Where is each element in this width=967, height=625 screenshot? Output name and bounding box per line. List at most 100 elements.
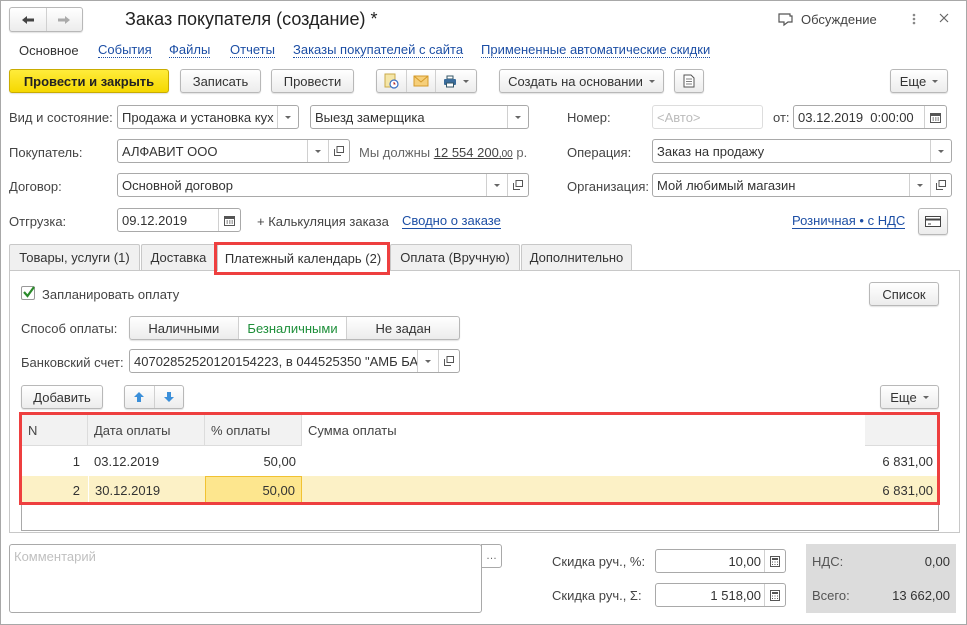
table-row[interactable]: 1 03.12.2019 50,00 6 831,00 bbox=[22, 447, 938, 476]
total-label: Всего: bbox=[812, 588, 850, 603]
method-cashless[interactable]: Безналичными bbox=[238, 317, 348, 339]
cell-date: 03.12.2019 bbox=[94, 454, 160, 469]
move-row-group bbox=[124, 385, 184, 409]
comment-placeholder: Комментарий bbox=[14, 549, 96, 564]
comment-textarea[interactable]: Комментарий bbox=[9, 544, 482, 613]
col-date[interactable]: Дата оплаты bbox=[88, 415, 205, 446]
tab-goods[interactable]: Товары, услуги (1) bbox=[9, 244, 140, 270]
nav-link-site-orders[interactable]: Заказы покупателей с сайта bbox=[293, 43, 464, 58]
document-window: Заказ покупателя (создание) * Обсуждение… bbox=[0, 0, 967, 625]
state-dropdown-button[interactable] bbox=[507, 106, 528, 128]
forward-button[interactable] bbox=[47, 8, 83, 31]
list-button[interactable]: Список bbox=[869, 282, 939, 306]
operation-select[interactable]: Заказ на продажу bbox=[652, 139, 952, 163]
payment-terminal-button[interactable] bbox=[918, 208, 948, 235]
buyer-select[interactable]: АЛФАВИТ ООО bbox=[117, 139, 350, 163]
document-list-icon bbox=[683, 74, 695, 88]
back-button[interactable] bbox=[10, 8, 47, 31]
date-input[interactable]: 03.12.2019 0:00:00 bbox=[793, 105, 947, 129]
post-and-close-button[interactable]: Провести и закрыть bbox=[9, 69, 169, 93]
bank-account-dropdown-button[interactable] bbox=[417, 350, 438, 372]
shipment-date-input[interactable]: 09.12.2019 bbox=[117, 208, 241, 232]
debt-amount-link[interactable]: 12 554 200,00 bbox=[434, 145, 513, 160]
cell-n: 1 bbox=[72, 454, 80, 469]
discount-sum-calc-button[interactable] bbox=[764, 584, 785, 606]
kind-value: Продажа и установка кух bbox=[122, 109, 274, 125]
nav-link-events[interactable]: События bbox=[98, 43, 152, 58]
document-clock-icon bbox=[384, 73, 399, 89]
shipment-calendar-button[interactable] bbox=[218, 209, 240, 231]
cell-amount: 6 831,00 bbox=[882, 454, 933, 469]
send-email-button[interactable] bbox=[407, 70, 437, 92]
method-not-set[interactable]: Не задан bbox=[347, 317, 459, 339]
tab-payment-manual[interactable]: Оплата (Вручную) bbox=[390, 244, 520, 270]
print-button[interactable] bbox=[436, 70, 476, 92]
close-icon[interactable] bbox=[938, 12, 950, 24]
discount-pct-calc-button[interactable] bbox=[764, 550, 785, 572]
method-cash[interactable]: Наличными bbox=[130, 317, 239, 339]
discount-pct-value: 10,00 bbox=[728, 553, 761, 569]
attach-file-button[interactable] bbox=[377, 70, 407, 92]
contract-value: Основной договор bbox=[122, 177, 233, 193]
tab-payment-calendar[interactable]: Платежный календарь (2) bbox=[217, 244, 389, 271]
buyer-open-button[interactable] bbox=[328, 140, 349, 162]
discussion-button[interactable]: Обсуждение bbox=[777, 12, 877, 27]
date-calendar-button[interactable] bbox=[924, 106, 946, 128]
kind-select[interactable]: Продажа и установка кух bbox=[117, 105, 299, 129]
debt-cents: ,00 bbox=[498, 149, 513, 160]
table-header: N Дата оплаты % оплаты Сумма оплаты bbox=[22, 415, 938, 446]
payment-method-label: Способ оплаты: bbox=[21, 321, 118, 336]
order-summary-link[interactable]: Сводно о заказе bbox=[402, 214, 501, 229]
table-more-button[interactable]: Еще bbox=[880, 385, 939, 409]
comment-expand-button[interactable]: … bbox=[481, 544, 502, 568]
vat-value: 0,00 bbox=[924, 553, 950, 569]
operation-dropdown-button[interactable] bbox=[930, 140, 951, 162]
move-down-button[interactable] bbox=[155, 386, 184, 408]
plan-payment-checkbox[interactable] bbox=[21, 286, 35, 300]
more-button[interactable]: Еще bbox=[890, 69, 948, 93]
printer-icon bbox=[444, 75, 457, 87]
col-percent[interactable]: % оплаты bbox=[205, 415, 302, 446]
kind-dropdown-button[interactable] bbox=[277, 106, 298, 128]
cell-date: 30.12.2019 bbox=[88, 476, 205, 505]
more-actions-icon[interactable] bbox=[911, 12, 917, 26]
org-dropdown-button[interactable] bbox=[909, 174, 930, 196]
save-button[interactable]: Записать bbox=[180, 69, 261, 93]
contract-dropdown-button[interactable] bbox=[486, 174, 507, 196]
number-label: Номер: bbox=[567, 110, 611, 125]
create-based-on-button[interactable]: Создать на основании bbox=[499, 69, 664, 93]
nav-link-main[interactable]: Основное bbox=[19, 43, 79, 58]
discount-pct-input[interactable]: 10,00 bbox=[655, 549, 786, 573]
tab-additional[interactable]: Дополнительно bbox=[521, 244, 632, 270]
org-open-button[interactable] bbox=[930, 174, 951, 196]
col-amount[interactable]: Сумма оплаты bbox=[302, 415, 865, 446]
card-icon bbox=[925, 216, 941, 227]
state-select[interactable]: Выезд замерщика bbox=[310, 105, 529, 129]
document-structure-button[interactable] bbox=[674, 69, 704, 93]
cell-percent-active[interactable]: 50,00 bbox=[205, 476, 302, 505]
contract-select[interactable]: Основной договор bbox=[117, 173, 529, 197]
bank-account-select[interactable]: 40702852520120154223, в 044525350 "АМБ Б… bbox=[129, 349, 460, 373]
move-up-button[interactable] bbox=[125, 386, 155, 408]
table-more-label: Еще bbox=[890, 389, 917, 405]
add-row-button[interactable]: Добавить bbox=[21, 385, 103, 409]
totals-panel: НДС: 0,00 Всего: 13 662,00 bbox=[806, 544, 956, 613]
org-select[interactable]: Мой любимый магазин bbox=[652, 173, 952, 197]
bank-account-open-button[interactable] bbox=[438, 350, 459, 372]
price-type-link[interactable]: Розничная • с НДС bbox=[792, 214, 906, 229]
contract-open-button[interactable] bbox=[507, 174, 528, 196]
discount-sum-input[interactable]: 1 518,00 bbox=[655, 583, 786, 607]
calendar-icon bbox=[930, 112, 941, 123]
nav-link-files[interactable]: Файлы bbox=[169, 43, 211, 58]
calculation-link[interactable]: + Калькуляция заказа bbox=[257, 214, 389, 229]
table-row-selected[interactable]: 2 30.12.2019 50,00 6 831,00 bbox=[22, 476, 938, 505]
buyer-dropdown-button[interactable] bbox=[307, 140, 328, 162]
number-input[interactable]: <Авто> bbox=[652, 105, 763, 129]
col-n[interactable]: N bbox=[22, 415, 88, 446]
nav-link-reports[interactable]: Отчеты bbox=[230, 43, 275, 58]
tab-delivery[interactable]: Доставка bbox=[141, 244, 216, 270]
bank-account-label: Банковский счет: bbox=[21, 355, 124, 370]
post-button[interactable]: Провести bbox=[271, 69, 354, 93]
chevron-down-icon bbox=[922, 395, 929, 399]
nav-link-auto-discounts[interactable]: Примененные автоматические скидки bbox=[481, 43, 711, 58]
